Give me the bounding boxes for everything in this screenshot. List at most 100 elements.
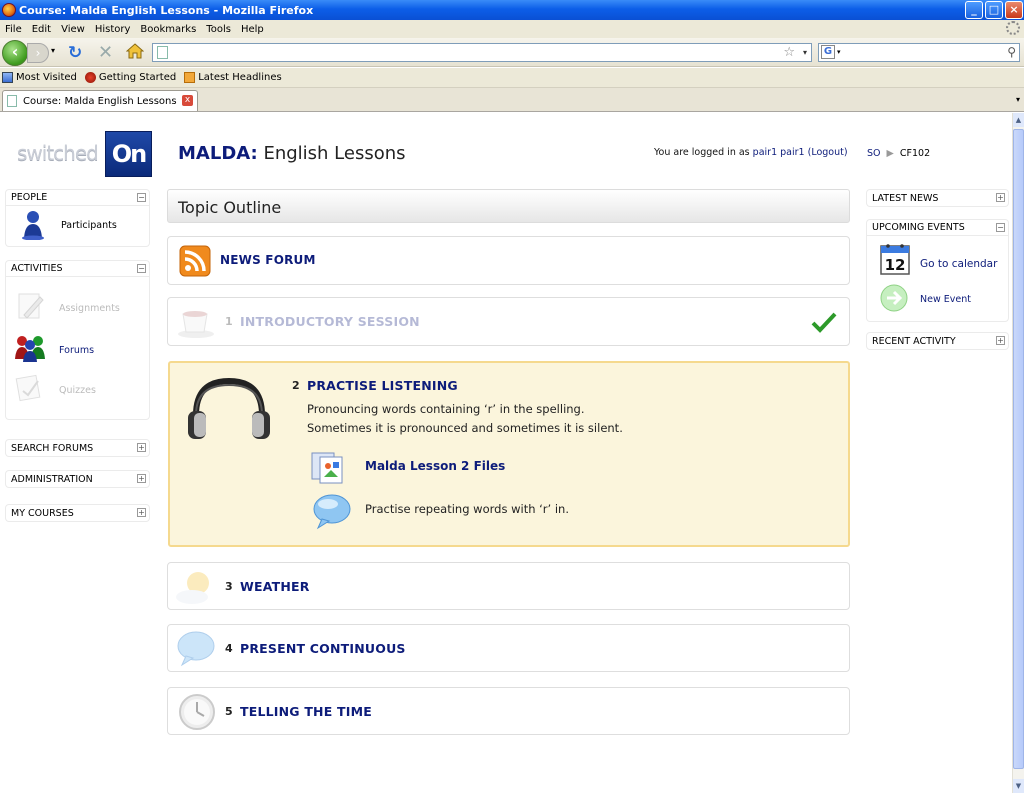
activities-block: ACTIVITIES − Assignments Forums Quizzes [5,260,150,420]
news-forum-link[interactable]: NEWS FORUM [220,253,316,267]
assignments-link[interactable]: Assignments [59,303,120,314]
topic-5-title[interactable]: TELLING THE TIME [240,704,372,719]
menu-edit[interactable]: Edit [27,24,56,35]
search-bar[interactable]: G ▾ ⚲ [818,43,1020,62]
topic-2-number: 2 [292,379,300,392]
menu-view[interactable]: View [56,24,90,35]
reload-button[interactable]: ↻ [68,43,82,63]
power-on-icon: On [105,131,152,177]
group-icon [15,336,45,362]
malda-lesson-2-files-link[interactable]: Malda Lesson 2 Files [365,459,505,473]
tab-course[interactable]: Course: Malda English Lessons x [2,90,198,111]
collapse-icon[interactable]: − [137,264,146,273]
google-engine-icon[interactable]: G [821,45,835,59]
expand-icon[interactable]: + [137,508,146,517]
recent-activity-title: RECENT ACTIVITY [872,335,956,347]
stop-button[interactable]: ✕ [98,42,113,63]
logout-link[interactable]: (Logout) [808,147,848,158]
search-forums-title: SEARCH FORUMS [11,442,94,454]
latest-news-block: LATEST NEWS + [866,189,1009,207]
expand-icon[interactable]: + [996,193,1005,202]
topic-outline-header: Topic Outline [167,189,850,223]
engine-dropdown-icon[interactable]: ▾ [837,48,841,56]
clock-icon [179,694,215,730]
switched-on-logo[interactable]: switched On [17,131,152,177]
page-icon [7,95,17,107]
close-button[interactable]: × [1005,1,1023,19]
forums-link[interactable]: Forums [59,345,94,356]
minimize-button[interactable]: _ [965,1,983,19]
practise-repeating-label: Practise repeating words with ‘r’ in. [365,502,569,516]
quizzes-link[interactable]: Quizzes [59,385,96,396]
tab-close-icon[interactable]: x [182,95,193,106]
collapse-icon[interactable]: − [137,193,146,202]
menu-help[interactable]: Help [236,24,269,35]
go-to-calendar-link[interactable]: Go to calendar [920,258,997,270]
bookmark-star-icon[interactable]: ☆ [783,45,795,60]
upcoming-events-block: UPCOMING EVENTS − 12 Go to calendar New … [866,219,1009,322]
maximize-button[interactable]: □ [985,1,1003,19]
tab-label: Course: Malda English Lessons [23,95,177,107]
scroll-thumb[interactable] [1013,129,1024,769]
pencil-icon [18,293,44,319]
url-bar[interactable]: ☆ ▾ [152,43,812,62]
topic-1-section: 1 INTRODUCTORY SESSION [167,297,850,346]
collapse-icon[interactable]: − [996,223,1005,232]
page-content: switched On MALDA: English Lessons You a… [0,113,1012,793]
page-icon [157,46,168,59]
login-info: You are logged in as pair1 pair1 (Logout… [654,147,848,158]
topic-2-title[interactable]: PRACTISE LISTENING [307,378,458,393]
person-icon [22,211,44,240]
window-controls: _ □ × [965,1,1023,19]
topic-4-number: 4 [225,642,233,655]
topic-3-section: 3 WEATHER [167,562,850,610]
topic-1-number: 1 [225,315,233,328]
scroll-up-icon[interactable]: ▲ [1013,113,1024,127]
calendar-icon: 12 [880,244,910,275]
expand-icon[interactable]: + [137,474,146,483]
menu-file[interactable]: File [0,24,27,35]
menu-history[interactable]: History [90,24,136,35]
expand-icon[interactable]: + [137,443,146,452]
user-name-link[interactable]: pair1 pair1 [753,147,805,158]
tab-list-dropdown-icon[interactable]: ▾ [1016,95,1020,104]
breadcrumb: SO ▶ CF102 [867,148,930,159]
breadcrumb-so[interactable]: SO [867,148,881,159]
topic-2-summary: Pronouncing words containing ‘r’ in the … [307,402,623,435]
topic-2-section-current: 2 PRACTISE LISTENING Pronouncing words c… [168,361,850,547]
tab-strip: Course: Malda English Lessons x ▾ [0,88,1024,112]
url-dropdown-icon[interactable]: ▾ [803,48,807,57]
news-forum-section: NEWS FORUM [167,236,850,285]
bookmark-latest-headlines[interactable]: Latest Headlines [184,72,282,83]
back-button[interactable]: ‹ [2,40,28,66]
expand-icon[interactable]: + [996,336,1005,345]
forward-button[interactable]: › [27,43,49,63]
firefox-icon [2,3,16,17]
search-magnifier-icon[interactable]: ⚲ [1007,45,1016,59]
my-courses-title: MY COURSES [11,507,74,519]
menu-bookmarks[interactable]: Bookmarks [135,24,201,35]
topic-1-title[interactable]: INTRODUCTORY SESSION [240,314,420,329]
people-block: PEOPLE − Participants [5,189,150,247]
firefox-red-icon [84,72,96,83]
participants-link[interactable]: Participants [61,220,117,231]
topic-5-section: 5 TELLING THE TIME [167,687,850,735]
bookmark-folder-icon [2,72,13,83]
scroll-down-icon[interactable]: ▼ [1013,779,1024,793]
topic-3-title[interactable]: WEATHER [240,579,310,594]
topic-4-title[interactable]: PRESENT CONTINUOUS [240,641,406,656]
new-event-link[interactable]: New Event [920,294,971,305]
administration-title: ADMINISTRATION [11,473,93,485]
checkmark-icon[interactable] [811,311,837,333]
my-courses-block: MY COURSES + [5,504,150,522]
quiz-icon [15,374,41,402]
topic-4-section: 4 PRESENT CONTINUOUS [167,624,850,672]
bookmark-most-visited[interactable]: Most Visited [2,72,77,83]
files-icon [311,452,343,484]
home-button[interactable] [126,43,144,59]
menu-tools[interactable]: Tools [201,24,236,35]
bookmark-getting-started[interactable]: Getting Started [84,72,176,83]
vertical-scrollbar[interactable]: ▲ ▼ [1012,113,1024,793]
throbber-icon [1006,21,1020,35]
history-dropdown-icon[interactable]: ▾ [51,46,55,55]
